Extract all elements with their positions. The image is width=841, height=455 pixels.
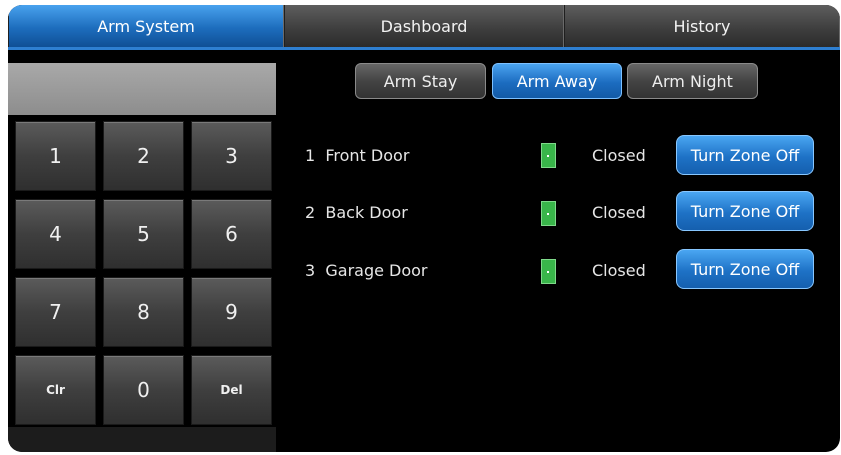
zone-status-indicator	[541, 201, 556, 226]
key-2[interactable]: 2	[103, 121, 184, 191]
tab-history[interactable]: History	[564, 5, 840, 47]
zone-number: 1	[305, 146, 316, 165]
zone-row-3: 3 Garage Door	[305, 261, 428, 280]
key-0[interactable]: 0	[103, 355, 184, 425]
zone-status-text: Closed	[592, 146, 646, 165]
zone-number: 3	[305, 261, 316, 280]
key-clear[interactable]: Clr	[15, 355, 96, 425]
turn-zone-off-button[interactable]: Turn Zone Off	[676, 191, 814, 231]
zone-status-indicator	[541, 143, 556, 168]
arm-stay-button[interactable]: Arm Stay	[355, 63, 486, 99]
key-3[interactable]: 3	[191, 121, 272, 191]
tab-bar: Arm System Dashboard History	[8, 5, 840, 49]
key-7[interactable]: 7	[15, 277, 96, 347]
key-9[interactable]: 9	[191, 277, 272, 347]
key-5[interactable]: 5	[103, 199, 184, 269]
key-8[interactable]: 8	[103, 277, 184, 347]
zone-status-indicator	[541, 259, 556, 284]
tab-underline	[8, 47, 840, 50]
zone-name: Garage Door	[325, 261, 428, 280]
key-4[interactable]: 4	[15, 199, 96, 269]
arm-away-button[interactable]: Arm Away	[492, 63, 622, 99]
keypad-footer	[8, 427, 276, 452]
arm-night-button[interactable]: Arm Night	[627, 63, 758, 99]
key-1[interactable]: 1	[15, 121, 96, 191]
zone-status-text: Closed	[592, 203, 646, 222]
zone-row-1: 1 Front Door	[305, 146, 409, 165]
key-delete[interactable]: Del	[191, 355, 272, 425]
turn-zone-off-button[interactable]: Turn Zone Off	[676, 249, 814, 289]
zone-name: Back Door	[325, 203, 408, 222]
tab-arm-system[interactable]: Arm System	[8, 5, 284, 47]
zone-status-text: Closed	[592, 261, 646, 280]
code-display	[8, 63, 276, 115]
key-6[interactable]: 6	[191, 199, 272, 269]
zone-number: 2	[305, 203, 316, 222]
zone-name: Front Door	[325, 146, 410, 165]
tab-dashboard[interactable]: Dashboard	[284, 5, 564, 47]
zone-row-2: 2 Back Door	[305, 203, 408, 222]
alarm-panel-screen: Arm System Dashboard History 1 2 3 4 5 6…	[8, 5, 840, 452]
turn-zone-off-button[interactable]: Turn Zone Off	[676, 135, 814, 175]
